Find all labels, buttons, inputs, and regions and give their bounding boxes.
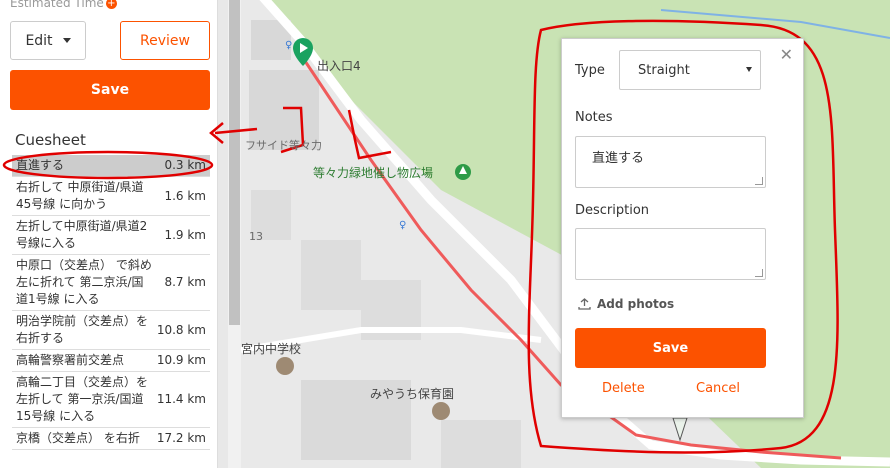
upload-icon [578, 298, 591, 310]
annotation-arrow [209, 122, 258, 144]
cue-row[interactable]: 右折して 中原街道/県道45号線 に向かう 1.6 km [12, 177, 210, 216]
cue-distance: 1.9 km [164, 227, 206, 242]
sidebar: Estimated Time + Edit Review Save Cueshee… [0, 0, 218, 468]
cuesheet-title: Cuesheet [15, 131, 86, 149]
add-photos-button[interactable]: Add photos [578, 297, 674, 311]
sidebar-scrollbar-thumb[interactable] [229, 0, 240, 325]
map-label-entrance: 出入口4 [317, 59, 361, 73]
cue-row[interactable]: 中原口（交差点） で斜め左に折れて 第二京浜/国道1号線 に入る 8.7 km [12, 255, 210, 311]
notes-value: 直進する [592, 151, 645, 166]
map-label-school: 宮内中学校 [241, 342, 302, 356]
add-icon[interactable]: + [105, 0, 117, 9]
edit-label: Edit [25, 32, 53, 49]
map-label-plaza: 等々力緑地催し物広場 [313, 166, 434, 180]
cue-text: 右折して 中原街道/県道45号線 に向かう [16, 180, 144, 211]
notes-label: Notes [575, 110, 613, 125]
annotation-circle [2, 150, 214, 180]
description-textarea[interactable] [575, 228, 766, 280]
cue-row[interactable]: 京橋（交差点） を右折 17.2 km [12, 428, 210, 450]
cue-row[interactable]: 高輪二丁目（交差点）を左折して 第一京浜/国道15号線 に入る 11.4 km [12, 372, 210, 428]
resize-handle-icon[interactable] [755, 269, 763, 277]
type-label: Type [575, 63, 605, 78]
chevron-down-icon [746, 67, 752, 72]
cue-text: 京橋（交差点） を右折 [16, 431, 140, 445]
add-photos-label: Add photos [597, 297, 675, 311]
close-icon[interactable]: ✕ [780, 45, 793, 64]
notes-textarea[interactable]: 直進する [575, 136, 766, 188]
cue-distance: 11.4 km [156, 392, 206, 406]
save-button[interactable]: Save [10, 70, 210, 110]
review-button[interactable]: Review [120, 21, 210, 60]
cue-distance: 8.7 km [164, 275, 206, 289]
type-select-value: Straight [638, 62, 690, 78]
cuesheet-list: 直進する 0.3 km 右折して 中原街道/県道45号線 に向かう 1.6 km 左… [12, 155, 210, 450]
cue-text: 中原口（交差点） で斜め左に折れて 第二京浜/国道1号線 に入る [16, 258, 152, 306]
svg-text:♀: ♀ [399, 220, 406, 231]
cancel-link[interactable]: Cancel [696, 381, 740, 396]
map-label-nursery: みやうち保育園 [370, 387, 455, 401]
resize-handle-icon[interactable] [755, 177, 763, 185]
edit-dropdown-button[interactable]: Edit [10, 21, 86, 60]
cue-distance: 10.9 km [156, 353, 206, 367]
map-label-block: 13 [249, 230, 263, 243]
cue-text: 左折して中原街道/県道2号線に入る [16, 219, 148, 250]
cue-text: 高輪警察署前交差点 [16, 353, 125, 367]
description-label: Description [575, 203, 650, 218]
svg-text:♀: ♀ [285, 40, 292, 51]
popup-save-button[interactable]: Save [575, 328, 766, 368]
delete-link[interactable]: Delete [602, 381, 645, 396]
cue-distance: 1.6 km [164, 188, 206, 203]
cue-row[interactable]: 高輪警察署前交差点 10.9 km [12, 350, 210, 372]
cue-distance: 10.8 km [156, 322, 206, 337]
cue-edit-popup: ✕ Type Straight Notes 直進する Description A… [561, 38, 804, 418]
cue-row[interactable]: 左折して中原街道/県道2号線に入る 1.9 km [12, 216, 210, 255]
cue-text: 高輪二丁目（交差点）を左折して 第一京浜/国道15号線 に入る [16, 375, 149, 423]
cue-row[interactable]: 明治学院前（交差点）を右折する 10.8 km [12, 311, 210, 350]
type-select[interactable]: Straight [619, 50, 761, 90]
estimated-time-label: Estimated Time + [10, 0, 117, 10]
cue-distance: 17.2 km [156, 431, 206, 445]
caret-down-icon [62, 38, 71, 43]
cue-text: 明治学院前（交差点）を右折する [16, 314, 149, 345]
